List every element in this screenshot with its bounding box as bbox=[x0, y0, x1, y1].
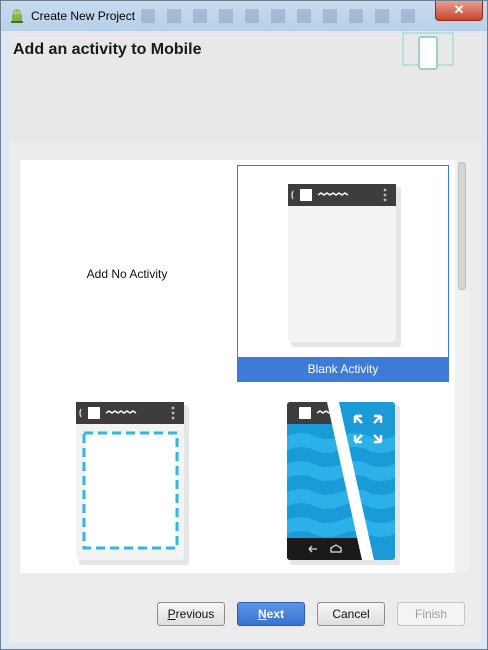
previous-mnemonic: P bbox=[167, 607, 176, 621]
next-mnemonic: N bbox=[257, 607, 267, 621]
mobile-device-icon bbox=[402, 32, 454, 70]
tile-label: Add No Activity bbox=[86, 267, 168, 281]
scrollbar-thumb[interactable] bbox=[458, 162, 466, 290]
finish-button[interactable]: Finish bbox=[397, 602, 465, 626]
previous-button[interactable]: Previous bbox=[157, 602, 225, 626]
cancel-button[interactable]: Cancel bbox=[317, 602, 385, 626]
blank-activity-preview-icon bbox=[288, 184, 401, 347]
next-label-rest: ext bbox=[266, 607, 284, 621]
title-bar: Create New Project ✕ bbox=[1, 1, 487, 31]
tile-caption: Blank Activity bbox=[238, 357, 448, 381]
page-title: Add an activity to Mobile bbox=[13, 41, 202, 58]
previous-label-rest: revious bbox=[175, 607, 215, 621]
window-title: Create New Project bbox=[31, 9, 136, 23]
activity-tile-fragment[interactable] bbox=[21, 392, 233, 573]
close-button[interactable]: ✕ bbox=[435, 1, 483, 21]
activity-tile-none[interactable]: Add No Activity bbox=[21, 165, 233, 382]
fragment-activity-preview-icon bbox=[76, 402, 189, 565]
android-studio-icon bbox=[11, 9, 23, 23]
activity-gallery: Add No Activity Blank Activity bbox=[20, 160, 455, 573]
fullscreen-activity-preview-icon bbox=[287, 402, 400, 565]
activity-tile-blank[interactable]: Blank Activity bbox=[237, 165, 449, 382]
next-button[interactable]: Next bbox=[237, 602, 305, 626]
background-toolbar-blur bbox=[141, 9, 421, 23]
activity-tile-fullscreen[interactable] bbox=[237, 392, 449, 573]
gallery-scrollbar[interactable] bbox=[455, 160, 469, 573]
